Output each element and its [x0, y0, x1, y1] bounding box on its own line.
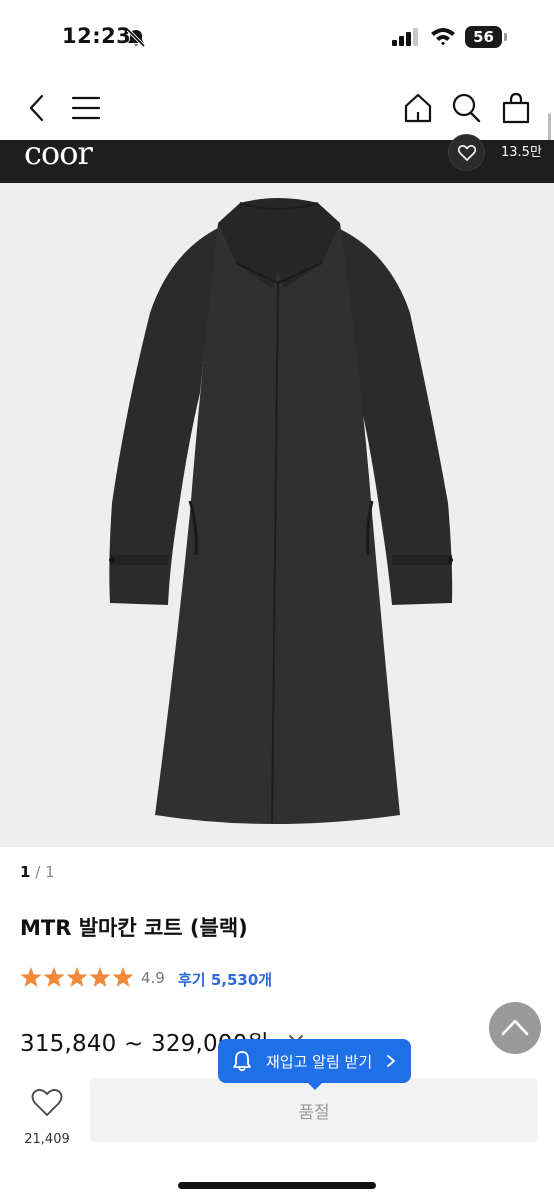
- bottom-action-bar: 21,409 품절: [0, 1072, 554, 1200]
- chevron-up-icon: [501, 1019, 529, 1036]
- rating-stars: [20, 967, 134, 987]
- wifi-icon: [431, 28, 455, 46]
- restock-alert-tooltip[interactable]: 재입고 알림 받기: [218, 1039, 411, 1090]
- wishlist-button[interactable]: 21,409: [14, 1084, 80, 1150]
- restock-alert-label: 재입고 알림 받기: [266, 1053, 373, 1071]
- top-nav-bar: [0, 84, 554, 132]
- heart-icon: [31, 1089, 63, 1116]
- bell-icon: [233, 1051, 251, 1072]
- star-icon: [43, 967, 65, 987]
- rating-row: 4.9 후기 5,530개: [20, 966, 420, 992]
- rating-value: 4.9: [141, 969, 165, 987]
- battery-icon: 56: [465, 26, 507, 48]
- hamburger-menu-icon[interactable]: [70, 92, 102, 124]
- status-bar: 12:23 56: [0, 0, 554, 76]
- cellular-signal-icon: [392, 28, 418, 46]
- brand-like-button[interactable]: [448, 134, 485, 171]
- shopping-bag-icon[interactable]: [500, 92, 532, 124]
- coat-illustration: [109, 198, 453, 824]
- soldout-label: 품절: [298, 1103, 330, 1123]
- heart-icon: [458, 145, 476, 161]
- product-title: MTR 발마칸 코트 (블랙): [20, 916, 248, 940]
- search-icon[interactable]: [450, 92, 482, 124]
- star-icon: [66, 967, 88, 987]
- brand-like-count: 13.5만: [501, 145, 542, 160]
- star-icon: [112, 967, 134, 987]
- review-count-link[interactable]: 후기 5,530개: [178, 969, 272, 990]
- image-counter-current: 1: [20, 863, 31, 881]
- wishlist-count: 21,409: [24, 1132, 70, 1147]
- scroll-to-top-button[interactable]: [489, 1002, 541, 1054]
- image-counter-total: 1: [45, 863, 55, 881]
- status-time: 12:23: [62, 24, 132, 48]
- battery-level: 56: [473, 28, 494, 46]
- chevron-right-icon: [387, 1055, 395, 1067]
- home-icon[interactable]: [402, 92, 434, 124]
- bell-slash-icon: [126, 28, 146, 48]
- star-icon: [20, 967, 42, 987]
- image-counter-separator: /: [35, 863, 41, 881]
- home-indicator: [178, 1182, 376, 1189]
- product-image[interactable]: [0, 183, 554, 847]
- star-icon: [89, 967, 111, 987]
- image-counter: 1 / 1: [20, 863, 55, 881]
- chevron-left-icon[interactable]: [22, 92, 54, 124]
- brand-logo: coor: [24, 134, 93, 172]
